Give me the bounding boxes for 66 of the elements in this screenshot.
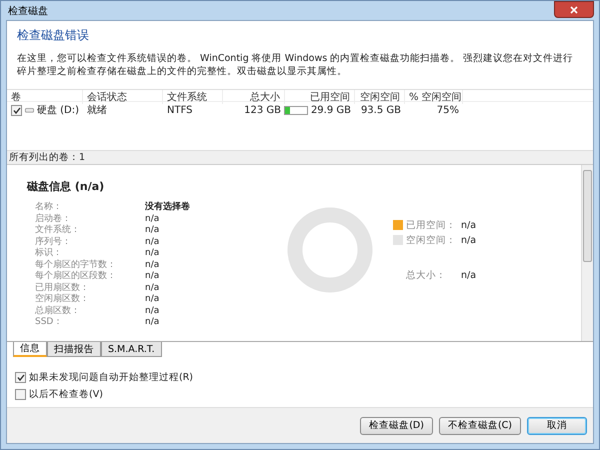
- scrollbar[interactable]: [581, 165, 593, 341]
- field-value: n/a: [145, 294, 160, 306]
- field-label: 序列号：: [35, 236, 72, 248]
- status-bar: 所有列出的卷：1: [7, 151, 593, 165]
- table-cell-text: 123 GB: [243, 104, 282, 116]
- field-label: 名称：: [35, 202, 63, 214]
- close-button[interactable]: [554, 1, 594, 18]
- checkbox[interactable]: [11, 104, 22, 116]
- checkmark-icon: [12, 106, 20, 114]
- dialog-button[interactable]: 不检查磁盘(C): [438, 416, 521, 434]
- total-value: n/a: [461, 270, 476, 280]
- field-label: 每个扇区的字节数：: [35, 260, 117, 270]
- checkbox[interactable]: [15, 372, 26, 383]
- tab[interactable]: 扫描报告: [47, 342, 101, 357]
- drive-icon: [25, 106, 34, 114]
- field-label: 每个扇区的区段数：: [35, 271, 117, 282]
- legend-label: 已用空间：: [406, 218, 457, 232]
- legend-value: n/a: [461, 220, 476, 230]
- description-text: 在这里，您可以检查文件系统错误的卷。 WinContig 将使用 Windows 的内置检查磁盘功能扫描卷。 强烈建议您在对文件进行碎片整理之前检查存储在磁盘上的文件的完整性。双击磁盘以显示其属性。: [17, 52, 574, 78]
- table-cell-text: NTFS: [166, 104, 194, 116]
- field-value: n/a: [145, 214, 160, 225]
- table-row[interactable]: 硬盘 (D:) 就绪 NTFS 123 GB 29.9 GB 93.5 GB 75%: [7, 102, 593, 118]
- column-header[interactable]: 空闲空间: [355, 90, 405, 104]
- field-label: 启动卷：: [35, 214, 72, 224]
- table-cell-text: 75%: [436, 104, 460, 116]
- field-value: n/a: [145, 236, 160, 248]
- field-value: n/a: [145, 225, 160, 236]
- field-value: n/a: [145, 306, 160, 317]
- option-label: 以后不检查卷(V): [29, 388, 103, 401]
- info-heading: 磁盘信息 (n/a): [27, 179, 106, 194]
- column-header[interactable]: % 空闲空间: [405, 90, 463, 104]
- column-header[interactable]: 会话状态: [83, 90, 163, 104]
- field-label: 已用扇区数：: [35, 282, 90, 294]
- tab[interactable]: 信息: [13, 342, 47, 357]
- field-label: 空闲扇区数：: [35, 294, 90, 306]
- table-cell-text: 93.5 GB: [360, 104, 402, 116]
- field-value: 没有选择卷: [145, 202, 191, 214]
- close-icon: [570, 6, 578, 14]
- checkmark-icon: [16, 374, 24, 381]
- field-label: SSD：: [35, 317, 64, 328]
- column-header[interactable]: 已用空间: [285, 90, 355, 104]
- field-label: 文件系统：: [35, 225, 81, 236]
- page-heading: 检查磁盘错误: [17, 27, 90, 44]
- option-label: 如果未发现问题自动开始整理过程(R): [29, 371, 194, 384]
- field-value: n/a: [145, 260, 160, 271]
- field-value: n/a: [145, 271, 160, 282]
- dialog-button[interactable]: 取消: [527, 416, 587, 434]
- used-space: 29.9 GB: [310, 104, 351, 116]
- field-value: n/a: [145, 317, 160, 328]
- tab[interactable]: S.M.A.R.T.: [101, 342, 162, 357]
- field-label: 标识：: [35, 248, 63, 260]
- checkbox[interactable]: [15, 389, 26, 400]
- dialog-button[interactable]: 检查磁盘(D): [360, 416, 433, 434]
- table-cell-text: 就绪: [86, 104, 108, 117]
- column-header[interactable]: 卷: [7, 90, 83, 104]
- total-label: 总大小：: [406, 268, 447, 282]
- field-label: 总扇区数：: [35, 306, 81, 317]
- legend-label: 空闲空间：: [406, 234, 457, 246]
- field-value: n/a: [145, 282, 160, 294]
- volume-name: 硬盘 (D:): [36, 104, 79, 117]
- scroll-thumb[interactable]: [583, 170, 592, 262]
- column-header[interactable]: 文件系统: [163, 90, 223, 104]
- column-header[interactable]: 总大小: [223, 90, 285, 104]
- field-value: n/a: [145, 248, 160, 260]
- window-title: 检查磁盘: [7, 4, 48, 18]
- legend-value: n/a: [461, 234, 476, 246]
